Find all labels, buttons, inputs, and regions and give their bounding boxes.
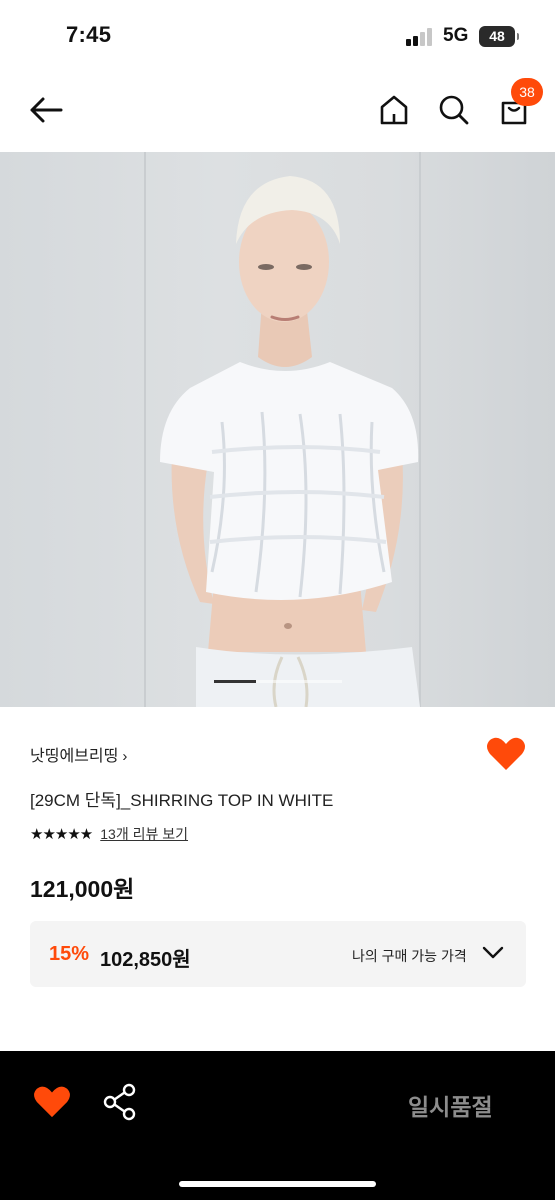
network-label: 5G [443,25,469,46]
image-pager-active [214,680,256,683]
product-title: [29CM 단독]_SHIRRING TOP IN WHITE [30,791,334,810]
share-button[interactable] [102,1082,138,1122]
product-photo-illustration [144,152,421,707]
chevron-right-icon: › [122,748,128,765]
home-indicator [179,1181,376,1187]
discount-percent: 15% [49,943,90,965]
chevron-down-icon [482,946,504,959]
discounted-price: 102,850원 [100,949,191,971]
soldout-button[interactable]: 일시품절 [408,1088,493,1122]
status-time: 7:45 [66,22,112,47]
my-price-label: 나의 구매 가능 가격 [352,948,467,964]
like-button[interactable] [486,736,526,772]
original-price: 121,000원 [30,876,135,902]
bottom-like-button[interactable] [33,1085,71,1119]
share-icon [103,1083,136,1121]
signal-icon [406,28,434,46]
back-button[interactable] [26,90,66,130]
battery-icon: 48 [479,26,519,47]
search-button[interactable] [434,90,474,130]
my-price-box[interactable]: 15% 102,850원 나의 구매 가능 가격 [30,921,526,987]
product-image[interactable] [0,152,555,707]
back-arrow-icon [30,97,63,123]
rating-stars: ★★★★★ [30,825,93,843]
search-icon [439,95,469,125]
rating-row: ★★★★★ 13개 리뷰 보기 [30,824,188,844]
status-bar: 7:45 5G 48 [0,0,555,70]
top-nav [0,80,555,140]
home-button[interactable] [374,90,414,130]
review-link[interactable]: 13개 리뷰 보기 [100,824,188,844]
bottom-action-bar [0,1051,555,1200]
home-icon [380,95,408,125]
brand-name: 낫띵에브리띵 [30,748,119,765]
brand-link[interactable]: 낫띵에브리띵 › [30,742,127,766]
cart-count-badge: 38 [511,78,543,106]
heart-icon [34,1086,70,1118]
star-icon: ★★★★★ [30,826,93,843]
heart-icon [487,737,525,770]
image-pager [214,680,342,683]
